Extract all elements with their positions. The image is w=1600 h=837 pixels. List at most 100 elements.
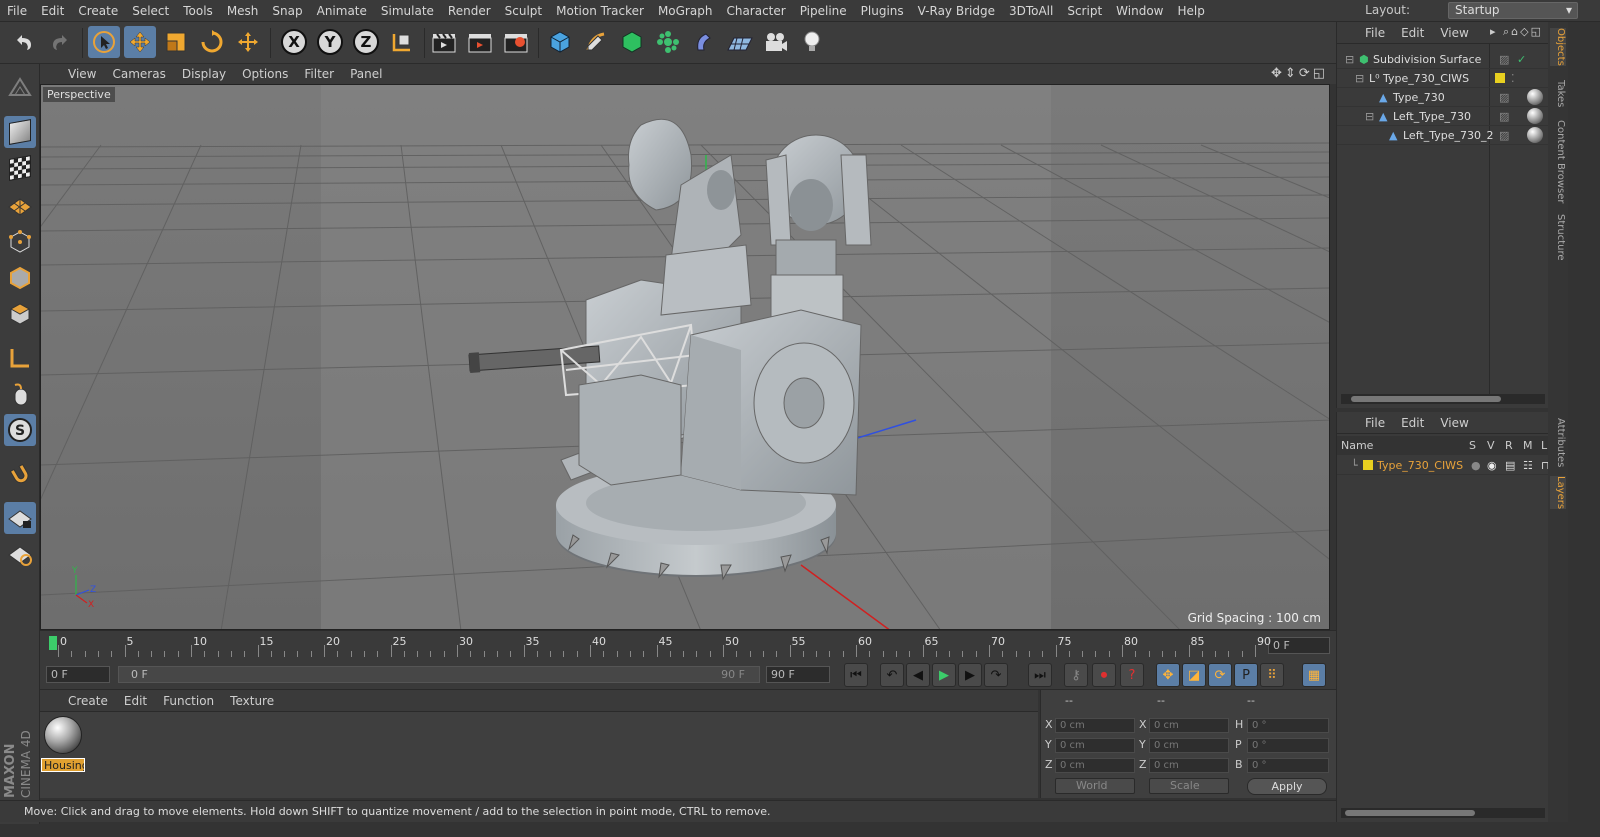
menu-tools[interactable]: Tools [176,4,220,18]
layout-dropdown[interactable]: Startup [1448,2,1578,19]
object-row-type-730-ciws[interactable]: ⊟ L⁰ Type_730_CIWS ⁚ [1337,69,1549,88]
tab-content-browser[interactable]: Content Browser [1550,120,1566,203]
move-tool-button[interactable] [124,26,156,58]
material-tag-icon[interactable] [1527,89,1543,105]
material-preview-sphere[interactable] [44,716,82,754]
layer-view-eye-icon[interactable]: ◉ [1487,456,1497,475]
viewport-menu-filter[interactable]: Filter [296,67,342,81]
menu-vray-bridge[interactable]: V-Ray Bridge [911,4,1002,18]
recent-tool-button[interactable] [232,26,264,58]
step-back-button[interactable]: ◀ [906,663,930,687]
apply-button[interactable]: Apply [1247,778,1327,795]
snapping-button[interactable]: S [4,414,36,446]
model-mode-button[interactable] [4,116,36,148]
axis-mode-button[interactable] [4,342,36,374]
menu-snap[interactable]: Snap [265,4,309,18]
layer-name[interactable]: Type_730_CIWS [1377,456,1463,475]
spline-pen-button[interactable] [580,26,612,58]
key-rotation-button[interactable]: ⟳ [1208,663,1232,687]
y-axis-lock-button[interactable]: Y [314,26,346,58]
goto-prev-key-button[interactable]: ↶ [880,663,904,687]
layers-menu-file[interactable]: File [1357,416,1393,430]
x-axis-lock-button[interactable]: X [278,26,310,58]
viewport-menu-view[interactable]: View [60,67,104,81]
render-picture-viewer-button[interactable] [464,26,496,58]
timeline-playhead[interactable] [49,636,57,650]
coordinate-system-button[interactable] [386,26,418,58]
magnet-tool-button[interactable] [4,458,36,490]
workplane-lock-button[interactable] [4,502,36,534]
rot-p-field[interactable]: 0 ° [1247,738,1329,753]
viewport-nav-icons[interactable]: ✥⇕⟳◱ [1271,66,1328,81]
visibility-dots-icon[interactable]: ▨ [1499,50,1509,69]
pos-y-field[interactable]: 0 cm [1055,738,1135,753]
material-name[interactable]: Housing [41,758,85,772]
tree-expand-icon[interactable]: ⊟ [1345,50,1354,69]
current-frame-field[interactable]: 0 F [1268,637,1330,654]
rotate-tool-button[interactable] [196,26,228,58]
camera-button[interactable] [760,26,792,58]
deformer-button[interactable] [688,26,720,58]
tree-expand-icon[interactable]: ⊟ [1365,107,1374,126]
render-view-button[interactable] [428,26,460,58]
step-forward-button[interactable]: ▶ [958,663,982,687]
texture-mode-button[interactable] [4,152,36,184]
menu-file[interactable]: File [0,4,34,18]
pos-x-field[interactable]: 0 cm [1055,718,1135,733]
make-editable-button[interactable] [4,72,36,104]
layer-row[interactable]: └ Type_730_CIWS ● ◉ ▤ ☷ ⊓ [1337,456,1550,475]
render-settings-button[interactable] [500,26,532,58]
light-button[interactable] [796,26,828,58]
object-row-subdivision-surface[interactable]: ⊟ ⬢ Subdivision Surface ▨ ✓ [1337,50,1549,69]
cloner-button[interactable] [652,26,684,58]
viewport-menu-panel[interactable]: Panel [342,67,390,81]
material-menu-edit[interactable]: Edit [116,694,155,708]
cube-object-button[interactable] [544,26,576,58]
pos-z-field[interactable]: 0 cm [1055,758,1135,773]
menu-sculpt[interactable]: Sculpt [498,4,549,18]
redo-button[interactable] [44,26,76,58]
menu-character[interactable]: Character [719,4,792,18]
material-menu-texture[interactable]: Texture [222,694,282,708]
menu-edit[interactable]: Edit [34,4,71,18]
layers-menu-view[interactable]: View [1432,416,1476,430]
preview-range-slider[interactable]: 0 F 90 F [118,666,760,683]
material-tag-icon[interactable] [1527,127,1543,143]
layer-solo-icon[interactable]: ● [1471,456,1481,475]
key-position-button[interactable]: ✥ [1156,663,1180,687]
subdivision-surface-button[interactable] [616,26,648,58]
menu-animate[interactable]: Animate [310,4,374,18]
enabled-check-icon[interactable]: ✓ [1517,50,1526,69]
menu-script[interactable]: Script [1060,4,1109,18]
layer-manager-icon[interactable]: ☷ [1523,456,1533,475]
menu-plugins[interactable]: Plugins [854,4,911,18]
menu-help[interactable]: Help [1170,4,1211,18]
workplane-align-button[interactable] [4,538,36,570]
timeline-ruler[interactable]: 0 F 0 5 10 15 20 25 30 35 40 45 50 55 60 65 70 75 80 85 90 [40,630,1336,660]
visibility-dots-icon[interactable]: ▨ [1499,88,1509,107]
rot-h-field[interactable]: 0 ° [1247,718,1329,733]
z-axis-lock-button[interactable]: Z [350,26,382,58]
visibility-dots-icon[interactable]: ▨ [1499,107,1509,126]
keyframe-selection-button[interactable]: ? [1120,663,1144,687]
menu-window[interactable]: Window [1109,4,1170,18]
menu-render[interactable]: Render [441,4,498,18]
scale-tool-button[interactable] [160,26,192,58]
goto-start-button[interactable]: ⏮ [844,663,868,687]
object-row-left-type-730[interactable]: ⊟ ▲ Left_Type_730 ▨ [1337,107,1549,126]
objects-menu-file[interactable]: File [1357,26,1393,40]
menu-mesh[interactable]: Mesh [220,4,266,18]
layer-color-swatch[interactable] [1495,73,1505,83]
object-manager-scrollbar[interactable] [1341,394,1545,404]
key-parameter-button[interactable]: P [1234,663,1258,687]
undo-button[interactable] [8,26,40,58]
record-keys-button[interactable]: ⚷ [1064,663,1088,687]
goto-end-button[interactable]: ⏭ [1028,663,1052,687]
tree-expand-icon[interactable]: ⊟ [1355,69,1364,88]
object-row-type-730[interactable]: ▲ Type_730 ▨ [1337,88,1549,107]
coordinate-space-dropdown[interactable]: World [1055,778,1135,794]
menu-pipeline[interactable]: Pipeline [793,4,854,18]
objects-menu-view[interactable]: View [1432,26,1476,40]
tab-layers[interactable]: Layers [1550,476,1566,510]
material-menu-function[interactable]: Function [155,694,222,708]
